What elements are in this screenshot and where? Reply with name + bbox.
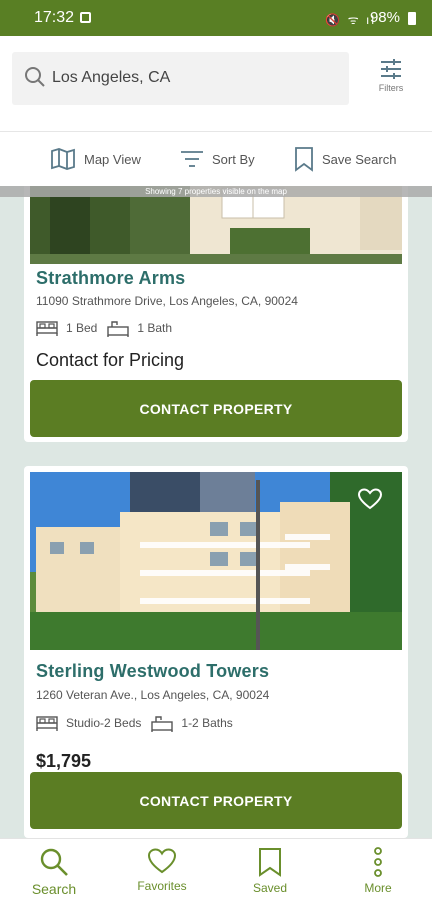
property-price: $1,795 <box>36 751 92 771</box>
bath-icon <box>151 716 174 732</box>
property-photo[interactable] <box>30 472 402 650</box>
beds-label: 1 Bed <box>66 321 98 335</box>
bookmark-icon <box>259 848 281 877</box>
battery-level: 98% <box>369 9 400 26</box>
filters-icon <box>381 59 401 79</box>
search-header: Filters <box>0 36 432 132</box>
property-name[interactable]: Strathmore Arms <box>36 268 185 289</box>
nav-saved-label: Saved <box>252 881 288 895</box>
search-box[interactable] <box>12 52 349 105</box>
nav-search-label: Search <box>31 881 77 897</box>
heart-icon <box>147 848 177 874</box>
property-address: 1260 Veteran Ave., Los Angeles, CA, 9002… <box>36 688 270 702</box>
map-view-label: Map View <box>84 151 141 167</box>
notification-icon <box>80 12 91 23</box>
baths-label: 1-2 Baths <box>181 716 233 730</box>
listing-card[interactable]: Strathmore Arms 11090 Strathmore Drive, … <box>24 186 408 442</box>
listing-list[interactable]: Strathmore Arms 11090 Strathmore Drive, … <box>0 186 432 838</box>
signal-icons: 🔇 ᯤ ıl <box>325 13 376 27</box>
property-features: 1 Bed 1 Bath <box>36 317 182 339</box>
nav-search[interactable]: Search <box>0 847 108 897</box>
bottom-nav: Search Favorites Saved More <box>0 838 432 900</box>
search-icon <box>25 67 45 87</box>
bath-icon <box>107 321 130 337</box>
contact-property-button[interactable]: CONTACT PROPERTY <box>30 380 402 437</box>
nav-saved[interactable]: Saved <box>216 847 324 895</box>
contact-property-button[interactable]: CONTACT PROPERTY <box>30 772 402 829</box>
save-search-button[interactable]: Save Search <box>294 144 396 174</box>
filters-button[interactable]: Filters <box>366 58 416 100</box>
map-icon <box>51 148 75 170</box>
map-view-button[interactable]: Map View <box>50 144 141 174</box>
bed-icon <box>36 716 58 731</box>
save-search-label: Save Search <box>322 151 397 167</box>
status-time: 17:32 <box>34 9 75 26</box>
nav-favorites[interactable]: Favorites <box>108 847 216 893</box>
nav-more[interactable]: More <box>324 847 432 895</box>
map-visibility-note: Showing 7 properties visible on the map <box>0 186 432 197</box>
bed-icon <box>36 321 58 336</box>
filters-label: Filters <box>378 83 404 93</box>
battery-icon <box>408 12 416 25</box>
toolbar: Map View Sort By Save Search <box>0 132 432 186</box>
more-vertical-icon <box>374 847 382 877</box>
favorite-button[interactable] <box>357 488 384 514</box>
search-input[interactable] <box>52 58 342 98</box>
sort-icon <box>181 151 203 167</box>
status-bar: 17:32 🔇 ᯤ ıl 98% <box>0 0 432 36</box>
search-icon <box>40 848 68 876</box>
property-photo[interactable] <box>30 186 402 264</box>
property-name[interactable]: Sterling Westwood Towers <box>36 661 269 682</box>
baths-label: 1 Bath <box>137 321 173 335</box>
nav-favorites-label: Favorites <box>137 879 187 893</box>
nav-more-label: More <box>364 881 392 895</box>
heart-icon <box>357 488 383 510</box>
bookmark-icon <box>295 147 313 172</box>
listing-card[interactable]: Sterling Westwood Towers 1260 Veteran Av… <box>24 466 408 838</box>
sort-by-button[interactable]: Sort By <box>180 144 255 174</box>
property-price: Contact for Pricing <box>36 350 185 370</box>
property-features: Studio-2 Beds 1-2 Baths <box>36 712 243 734</box>
beds-label: Studio-2 Beds <box>66 716 142 730</box>
sort-by-label: Sort By <box>212 151 255 167</box>
property-address: 11090 Strathmore Drive, Los Angeles, CA,… <box>36 294 298 308</box>
